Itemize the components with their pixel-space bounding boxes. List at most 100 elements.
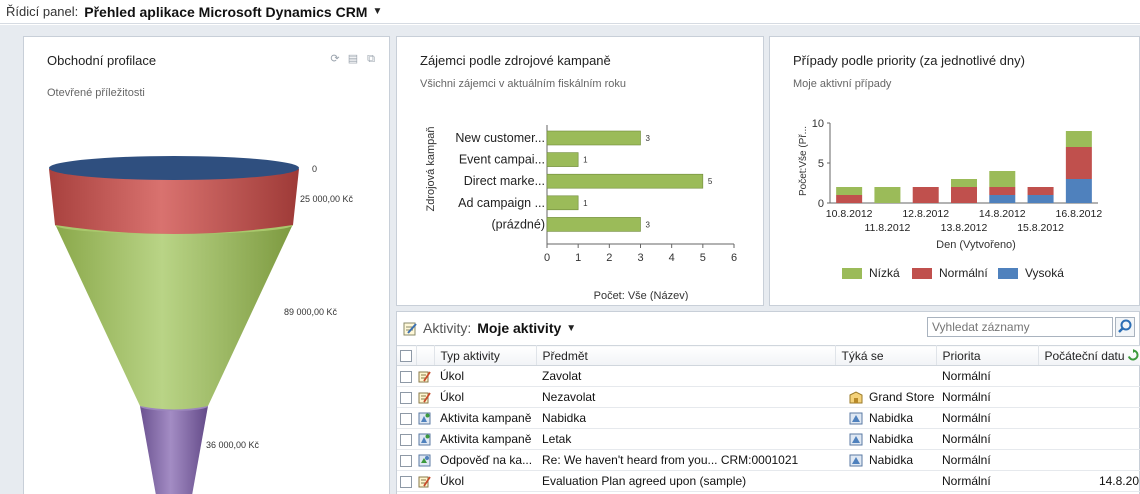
activity-regarding-link[interactable]: Nabidka [869, 432, 913, 446]
leads-chart-title: Zájemci podle zdrojové kampaně [420, 53, 611, 68]
row-select-cell [397, 386, 416, 408]
activities-panel: Aktivity: Moje aktivity ▼ Typ aktivity P… [396, 311, 1140, 494]
cases-bar-segment [951, 179, 977, 187]
row-type-icon-cell [416, 365, 434, 387]
activity-subject-cell[interactable]: Zavolat [536, 365, 835, 387]
activity-regarding-cell[interactable]: Grand Store ( [835, 386, 936, 408]
activity-type-cell: Odpověď na ka... [434, 449, 536, 471]
account-icon [849, 391, 863, 404]
column-header-regarding[interactable]: Týká se [835, 345, 937, 366]
activity-start-date-cell [1038, 449, 1140, 471]
refresh-grid-icon[interactable] [1127, 349, 1139, 361]
dashboard-label: Řídicí panel: [6, 4, 79, 19]
cases-x-tick-label: 14.8.2012 [979, 208, 1026, 220]
cases-bar-segment [951, 187, 977, 203]
campaign-activity-icon [418, 433, 431, 446]
view-records-icon[interactable]: ▤ [347, 53, 359, 65]
row-checkbox[interactable] [400, 370, 412, 383]
panel-toolbar: ⟳ ▤ ⧉ [329, 53, 377, 65]
search-button[interactable] [1115, 317, 1135, 337]
activities-label: Aktivity: [423, 320, 472, 336]
activity-priority-cell: Normální [936, 365, 1038, 387]
row-checkbox[interactable] [400, 475, 412, 488]
leads-value-label: 1 [583, 199, 588, 208]
activity-type-cell: Aktivita kampaně [434, 407, 536, 429]
activity-start-date-cell [1038, 386, 1140, 408]
expand-icon[interactable]: ⧉ [365, 53, 377, 65]
activities-view-chevron-down-icon[interactable]: ▼ [566, 323, 576, 334]
grid-header-row: Typ aktivity Předmět Týká se Priorita Po… [397, 345, 1140, 366]
row-checkbox[interactable] [400, 391, 412, 404]
activity-row[interactable]: Úkol Nezavolat Grand Store (Normální [397, 386, 1140, 408]
activity-subject-cell[interactable]: Nezavolat [536, 386, 835, 408]
leads-bar [546, 217, 641, 232]
activity-subject-cell[interactable]: Letak [536, 428, 835, 450]
activity-row[interactable]: Aktivita kampaně Letak Nabidka Normální [397, 428, 1140, 450]
cases-legend-label: Normální [939, 266, 988, 280]
leads-value-label: 3 [646, 220, 651, 229]
leads-x-axis-label: Počet: Vše (Název) [594, 290, 689, 301]
leads-bar [546, 173, 704, 189]
column-header-priority[interactable]: Priorita [936, 345, 1039, 366]
column-header-start-date[interactable]: Počáteční datu [1038, 345, 1140, 366]
row-checkbox[interactable] [400, 412, 412, 425]
column-header-type[interactable]: Typ aktivity [434, 345, 537, 366]
activity-regarding-link[interactable]: Grand Store ( [869, 390, 936, 404]
activity-regarding-cell[interactable]: Nabidka [835, 407, 936, 429]
funnel-label-3: 89 000,00 Kč [284, 307, 338, 317]
activity-regarding-link[interactable]: Nabidka [869, 411, 913, 425]
activity-subject-cell[interactable]: Re: We haven't heard from you... CRM:000… [536, 449, 835, 471]
cases-bar-segment [874, 187, 901, 203]
activity-row[interactable]: Úkol Evaluation Plan agreed upon (sample)… [397, 470, 1140, 492]
column-header-subject[interactable]: Předmět [536, 345, 836, 366]
leads-x-tick-label: 5 [700, 252, 706, 264]
leads-y-axis-label: Zdrojová kampaň [425, 127, 437, 212]
activity-row[interactable]: Odpověď na ka... Re: We haven't heard fro… [397, 449, 1140, 471]
task-icon [418, 371, 431, 383]
activity-regarding-cell[interactable]: Nabidka [835, 449, 936, 471]
search-icon [1118, 319, 1132, 333]
cases-legend-label: Vysoká [1025, 266, 1064, 280]
leads-x-tick-label: 6 [731, 252, 737, 264]
funnel-stage-4 [140, 406, 208, 494]
activities-view-selector[interactable]: Moje aktivity [477, 320, 561, 336]
row-type-icon-cell [416, 386, 434, 408]
activity-start-date-cell [1038, 428, 1140, 450]
activity-type-cell: Úkol [434, 365, 536, 387]
refresh-icon[interactable]: ⟳ [329, 53, 341, 65]
sales-pipeline-title: Obchodní profilace [47, 53, 157, 68]
row-select-cell [397, 365, 416, 387]
activity-start-date-cell [1038, 365, 1140, 387]
activity-subject-cell[interactable]: Nabidka [536, 407, 835, 429]
activity-type-cell: Aktivita kampaně [434, 428, 536, 450]
activity-type-cell: Úkol [434, 386, 536, 408]
dashboard-canvas: Obchodní profilace Otevřené příležitosti… [0, 25, 1140, 494]
dashboard-header: Řídicí panel: Přehled aplikace Microsoft… [0, 0, 1140, 24]
activity-regarding-cell[interactable] [835, 365, 936, 387]
activity-priority-cell: Normální [936, 428, 1038, 450]
row-type-icon-cell [416, 407, 434, 429]
activities-grid: Typ aktivity Předmět Týká se Priorita Po… [397, 345, 1140, 492]
dashboard-title[interactable]: Přehled aplikace Microsoft Dynamics CRM [84, 4, 367, 20]
row-checkbox[interactable] [400, 454, 412, 467]
row-checkbox[interactable] [400, 433, 412, 446]
cases-by-priority-panel: Případy podle priority (za jednotlivé dn… [769, 36, 1140, 306]
search-records-input[interactable] [927, 317, 1113, 337]
activity-regarding-cell[interactable]: Nabidka [835, 428, 936, 450]
leads-category-label: Ad campaign ... [458, 196, 545, 210]
leads-category-label: Event campai... [459, 153, 545, 167]
activity-start-date-cell [1038, 407, 1140, 429]
activity-subject-cell[interactable]: Evaluation Plan agreed upon (sample) [536, 470, 835, 492]
activity-row[interactable]: Aktivita kampaně Nabidka Nabidka Normální [397, 407, 1140, 429]
activity-regarding-link[interactable]: Nabidka [869, 453, 913, 467]
funnel-label-1: 0 [312, 164, 317, 174]
activity-row[interactable]: Úkol Zavolat Normální [397, 365, 1140, 387]
leads-value-label: 3 [646, 134, 651, 143]
dashboard-selector-chevron-down-icon[interactable]: ▼ [372, 6, 382, 17]
campaign-response-icon [418, 454, 431, 467]
select-all-checkbox[interactable] [400, 350, 412, 363]
leads-by-campaign-panel: Zájemci podle zdrojové kampaně Všichni z… [396, 36, 764, 306]
cases-legend-label: Nízká [869, 266, 900, 280]
leads-x-tick-label: 1 [575, 252, 581, 264]
activity-regarding-cell[interactable] [835, 470, 936, 492]
